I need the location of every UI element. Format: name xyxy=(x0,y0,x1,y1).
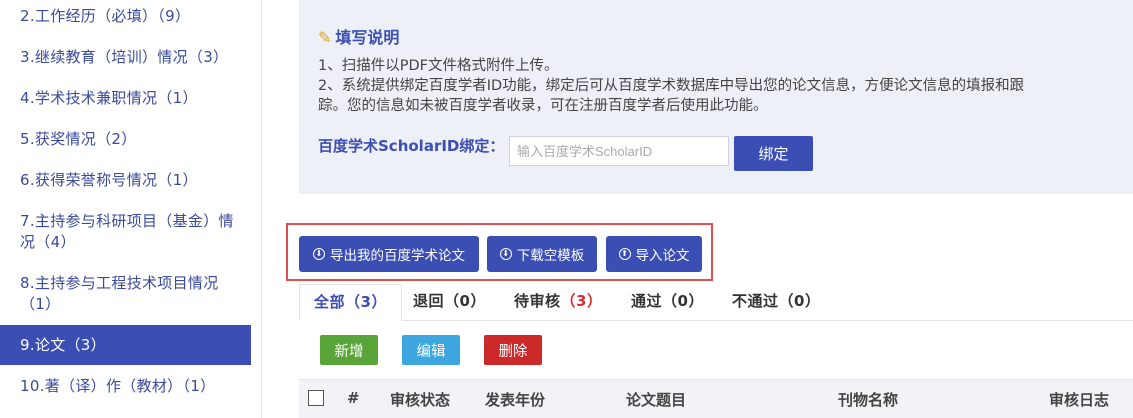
tab-count: （0） xyxy=(662,292,704,310)
column-header-review-status: 审核状态 xyxy=(390,391,451,409)
column-header-publish-year: 发表年份 xyxy=(485,391,546,409)
sidebar-item-label-cont: 况（4） xyxy=(20,233,76,251)
sidebar-item-engineering-projects[interactable]: 8.主持参与工程技术项目情况 （1） xyxy=(0,273,251,315)
sidebar-item-label: 7.主持参与科研项目（基金）情 xyxy=(20,212,234,230)
tab-all[interactable]: 全部（3） xyxy=(299,284,402,321)
scholar-id-label: 百度学术ScholarID绑定： xyxy=(318,137,505,155)
tab-approved[interactable]: 通过（0） xyxy=(631,284,704,321)
sidebar-item-continuing-education[interactable]: 3.继续教育（培训）情况（3） xyxy=(0,47,251,68)
column-header-paper-title: 论文题目 xyxy=(626,391,687,409)
sidebar-item-honors[interactable]: 6.获得荣誉称号情况（1） xyxy=(0,170,251,191)
instruction-line-1: 1、扫描件以PDF文件格式附件上传。 xyxy=(318,58,559,74)
tab-count: （0） xyxy=(778,292,821,310)
sidebar-item-label: 8.主持参与工程技术项目情况 xyxy=(20,274,219,292)
tab-label: 通过 xyxy=(631,292,663,310)
delete-button[interactable]: 删除 xyxy=(484,335,542,365)
download-circle-icon: ⬇ xyxy=(499,248,512,260)
instruction-line-3: 踪。您的信息如未被百度学者收录，可在注册百度学者后使用此功能。 xyxy=(318,98,768,114)
download-template-label: 下载空模板 xyxy=(516,248,585,263)
column-header-index: # xyxy=(347,389,360,407)
sidebar-item-research-projects[interactable]: 7.主持参与科研项目（基金）情 况（4） xyxy=(0,211,251,253)
instructions-title-text: 填写说明 xyxy=(335,28,400,47)
tab-returned[interactable]: 退回（0） xyxy=(413,284,486,321)
sidebar-divider xyxy=(261,0,262,418)
sidebar-item-awards[interactable]: 5.获奖情况（2） xyxy=(0,129,251,150)
sidebar-item-books[interactable]: 10.著（译）作（教材）（1） xyxy=(0,376,251,397)
upload-circle-icon: ⬆ xyxy=(618,248,631,260)
scholar-id-input[interactable] xyxy=(509,136,729,166)
tab-label: 退回 xyxy=(413,292,445,310)
column-header-journal-name: 刊物名称 xyxy=(838,391,899,409)
sidebar-item-label-cont: （1） xyxy=(20,295,61,313)
column-header-review-log: 审核日志 xyxy=(1049,391,1110,409)
import-papers-button[interactable]: ⬆ 导入论文 xyxy=(606,236,702,272)
tab-rejected[interactable]: 不通过（0） xyxy=(732,284,820,321)
table-header: # 审核状态 发表年份 论文题目 刊物名称 审核日志 xyxy=(299,379,1133,418)
download-template-button[interactable]: ⬇ 下载空模板 xyxy=(487,236,597,272)
sidebar-item-work-experience[interactable]: 2.工作经历（必填）（9） xyxy=(0,6,251,27)
sidebar-nav: 2.工作经历（必填）（9） 3.继续教育（培训）情况（3） 4.学术技术兼职情况… xyxy=(0,0,251,418)
tab-count: （3） xyxy=(345,293,387,311)
select-all-checkbox[interactable] xyxy=(308,390,324,406)
edit-button[interactable]: 编辑 xyxy=(402,335,460,365)
status-tabs: 全部（3） 退回（0） 待审核（3） 通过（0） 不通过（0） xyxy=(299,284,1133,321)
sidebar-item-papers[interactable]: 9.论文（3） xyxy=(0,325,251,365)
pencil-icon: ✎ xyxy=(318,28,332,47)
bind-button[interactable]: 绑定 xyxy=(734,136,813,171)
sidebar-item-academic-part-time[interactable]: 4.学术技术兼职情况（1） xyxy=(0,88,251,109)
tab-count: （3） xyxy=(560,292,603,310)
tab-pending[interactable]: 待审核（3） xyxy=(514,284,602,321)
instructions-title: ✎ 填写说明 xyxy=(318,24,399,48)
export-baidu-papers-button[interactable]: ⬇ 导出我的百度学术论文 xyxy=(299,236,479,272)
download-circle-icon: ⬇ xyxy=(313,248,325,260)
export-baidu-papers-label: 导出我的百度学术论文 xyxy=(330,248,465,263)
add-button[interactable]: 新增 xyxy=(320,335,378,365)
tab-label: 全部 xyxy=(314,293,346,311)
instruction-line-2: 2、系统提供绑定百度学者ID功能，绑定后可从百度学术数据库中导出您的论文信息，方… xyxy=(318,78,1025,94)
instructions-panel: ✎ 填写说明 1、扫描件以PDF文件格式附件上传。 2、系统提供绑定百度学者ID功… xyxy=(299,0,1133,194)
tab-count: （0） xyxy=(444,292,486,310)
tab-label: 待审核 xyxy=(514,292,561,310)
import-papers-label: 导入论文 xyxy=(635,248,690,263)
tab-label: 不通过 xyxy=(732,292,779,310)
